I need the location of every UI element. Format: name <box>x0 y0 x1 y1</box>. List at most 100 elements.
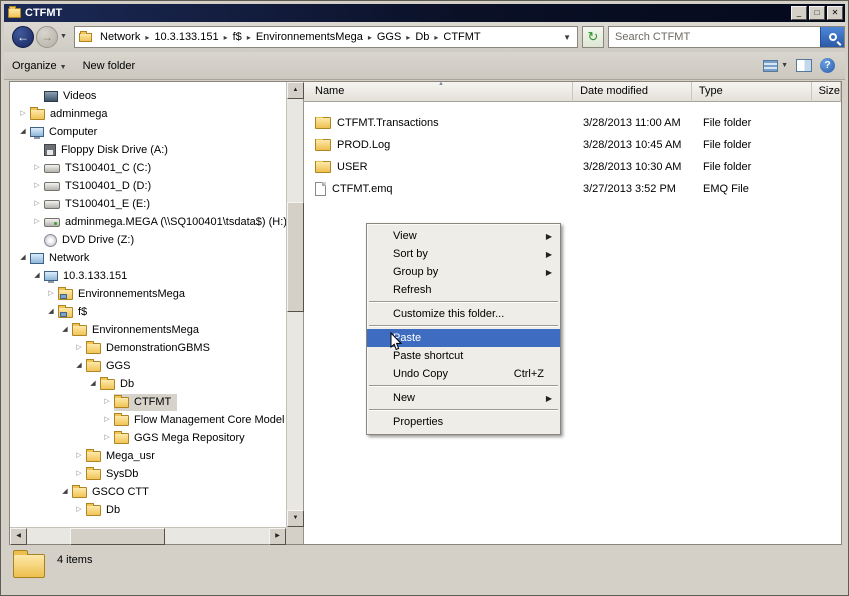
twisty-icon[interactable] <box>72 465 86 483</box>
new-folder-button[interactable]: New folder <box>75 56 144 76</box>
menu-item-new[interactable]: New▶ <box>367 389 560 407</box>
history-dropdown-icon[interactable]: ▼ <box>60 33 67 40</box>
menu-item-refresh[interactable]: Refresh <box>367 281 560 299</box>
tree-item-ggs-mega-repository[interactable]: GGS Mega Repository <box>10 429 286 447</box>
tree-item-environnementsmega[interactable]: EnvironnementsMega <box>10 321 286 339</box>
twisty-icon[interactable] <box>30 159 44 177</box>
scroll-left-button[interactable]: ◀ <box>10 528 27 545</box>
back-button[interactable]: ← <box>12 26 34 48</box>
tree-horizontal-scrollbar[interactable]: ◀ ▶ <box>10 527 286 544</box>
twisty-icon[interactable] <box>86 375 100 393</box>
scroll-up-button[interactable]: ▲ <box>287 82 304 99</box>
file-row[interactable]: USER 3/28/2013 10:30 AM File folder <box>304 156 841 178</box>
tree-item-network[interactable]: Network <box>10 249 286 267</box>
horizontal-scroll-thumb[interactable] <box>70 528 165 545</box>
column-header-name[interactable]: Name▲ <box>304 82 573 102</box>
breadcrumb-segment[interactable]: Network <box>97 29 143 45</box>
tree-item-environnementsmega-share[interactable]: EnvironnementsMega <box>10 285 286 303</box>
tree-item-sysdb[interactable]: SysDb <box>10 465 286 483</box>
twisty-icon[interactable] <box>16 123 30 141</box>
twisty-icon[interactable] <box>44 303 58 321</box>
breadcrumb-separator-icon[interactable]: ▸ <box>404 33 412 42</box>
menu-item-customize-this-folder[interactable]: Customize this folder... <box>367 305 560 323</box>
tree-item-computer[interactable]: Computer <box>10 123 286 141</box>
tree-item-floppy-a[interactable]: Floppy Disk Drive (A:) <box>10 141 286 159</box>
twisty-icon[interactable] <box>58 321 72 339</box>
file-row[interactable]: CTFMT.Transactions 3/28/2013 11:00 AM Fi… <box>304 112 841 134</box>
vertical-scroll-thumb[interactable] <box>287 202 304 312</box>
tree-item-drive-e[interactable]: TS100401_E (E:) <box>10 195 286 213</box>
search-input[interactable] <box>609 31 820 43</box>
tree-vertical-scrollbar[interactable]: ▲ ▼ <box>286 82 303 527</box>
breadcrumb-segment[interactable]: 10.3.133.151 <box>151 29 221 45</box>
tree-item-flow-management-core-model[interactable]: Flow Management Core Model <box>10 411 286 429</box>
breadcrumb-separator-icon[interactable]: ▸ <box>143 33 151 42</box>
refresh-button[interactable]: ↻ <box>582 26 604 48</box>
tree-item-videos[interactable]: Videos <box>10 87 286 105</box>
menu-item-sort-by[interactable]: Sort by▶ <box>367 245 560 263</box>
organize-button[interactable]: Organize▼ <box>4 56 75 76</box>
tree-item-adminmega[interactable]: adminmega <box>10 105 286 123</box>
twisty-icon[interactable] <box>30 177 44 195</box>
column-header-date-modified[interactable]: Date modified <box>573 82 692 102</box>
twisty-icon[interactable] <box>100 411 114 429</box>
breadcrumb-segment[interactable]: GGS <box>374 29 404 45</box>
breadcrumb-segment[interactable]: EnvironnementsMega <box>253 29 366 45</box>
twisty-icon[interactable] <box>30 195 44 213</box>
tree-item-demonstrationgbms[interactable]: DemonstrationGBMS <box>10 339 286 357</box>
twisty-icon[interactable] <box>72 501 86 519</box>
maximize-button[interactable]: □ <box>809 6 825 20</box>
twisty-icon[interactable] <box>16 249 30 267</box>
breadcrumb-segment[interactable]: f$ <box>230 29 245 45</box>
close-button[interactable]: ✕ <box>827 6 843 20</box>
breadcrumb-segment[interactable]: Db <box>412 29 432 45</box>
breadcrumb-segment[interactable]: CTFMT <box>440 29 483 45</box>
tree-item-ggs[interactable]: GGS <box>10 357 286 375</box>
tree-item-drive-c[interactable]: TS100401_C (C:) <box>10 159 286 177</box>
breadcrumb-separator-icon[interactable]: ▸ <box>432 33 440 42</box>
context-menu: View▶ Sort by▶ Group by▶ Refresh Customi… <box>366 223 561 435</box>
scroll-right-button[interactable]: ▶ <box>269 528 286 545</box>
scroll-down-button[interactable]: ▼ <box>287 510 304 527</box>
tree-item-drive-d[interactable]: TS100401_D (D:) <box>10 177 286 195</box>
breadcrumb[interactable]: Network▸ 10.3.133.151▸ f$▸ Environnement… <box>74 26 578 48</box>
breadcrumb-separator-icon[interactable]: ▸ <box>366 33 374 42</box>
menu-item-group-by[interactable]: Group by▶ <box>367 263 560 281</box>
twisty-icon[interactable] <box>16 105 30 123</box>
breadcrumb-separator-icon[interactable]: ▸ <box>245 33 253 42</box>
address-dropdown-icon[interactable]: ▼ <box>563 33 573 42</box>
minimize-button[interactable]: _ <box>791 6 807 20</box>
twisty-icon[interactable] <box>58 483 72 501</box>
file-row[interactable]: CTFMT.emq 3/27/2013 3:52 PM EMQ File <box>304 178 841 200</box>
twisty-icon[interactable] <box>100 393 114 411</box>
twisty-icon[interactable] <box>72 357 86 375</box>
column-header-size[interactable]: Size <box>812 82 841 102</box>
tree-item-ctfmt[interactable]: CTFMT <box>10 393 286 411</box>
menu-item-undo-copy[interactable]: Undo CopyCtrl+Z <box>367 365 560 383</box>
tree-item-mega-usr[interactable]: Mega_usr <box>10 447 286 465</box>
tree-item-gsco-db[interactable]: Db <box>10 501 286 519</box>
preview-pane-button[interactable] <box>796 59 812 72</box>
tree-item-gsco-ctt[interactable]: GSCO CTT <box>10 483 286 501</box>
forward-button[interactable]: → <box>36 26 58 48</box>
tree-item-dvd-z[interactable]: DVD Drive (Z:) <box>10 231 286 249</box>
file-row[interactable]: PROD.Log 3/28/2013 10:45 AM File folder <box>304 134 841 156</box>
tree-item-f-share[interactable]: f$ <box>10 303 286 321</box>
tree-item-label: Floppy Disk Drive (A:) <box>61 144 168 156</box>
column-header-type[interactable]: Type <box>692 82 812 102</box>
twisty-icon[interactable] <box>30 213 44 231</box>
help-button[interactable]: ? <box>820 58 835 73</box>
search-button[interactable] <box>820 27 844 47</box>
twisty-icon[interactable] <box>30 267 44 285</box>
breadcrumb-separator-icon[interactable]: ▸ <box>222 33 230 42</box>
twisty-icon[interactable] <box>72 447 86 465</box>
tree-item-host[interactable]: 10.3.133.151 <box>10 267 286 285</box>
twisty-icon[interactable] <box>100 429 114 447</box>
tree-item-network-drive-h[interactable]: adminmega.MEGA (\\SQ100401\tsdata$) (H:) <box>10 213 286 231</box>
twisty-icon[interactable] <box>44 285 58 303</box>
menu-item-properties[interactable]: Properties <box>367 413 560 431</box>
menu-item-view[interactable]: View▶ <box>367 227 560 245</box>
views-button[interactable]: ▼ <box>763 60 788 72</box>
twisty-icon[interactable] <box>72 339 86 357</box>
tree-item-db[interactable]: Db <box>10 375 286 393</box>
